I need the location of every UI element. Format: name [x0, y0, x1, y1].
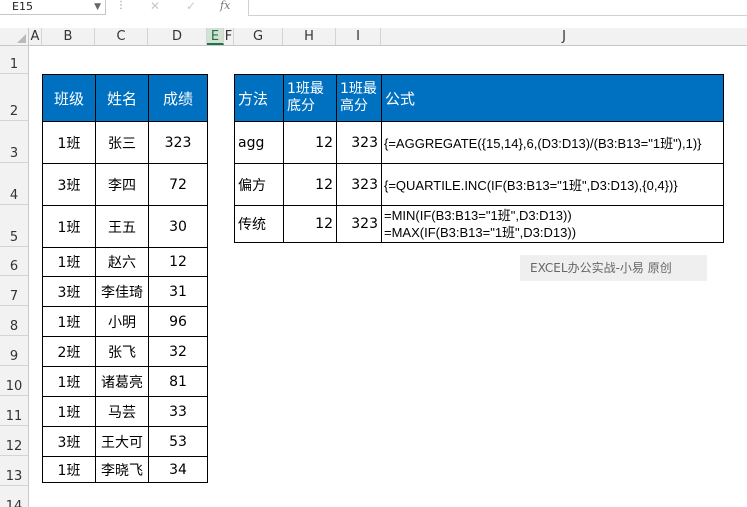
method-header-method[interactable]: 方法 — [234, 74, 284, 122]
column-header-b[interactable]: B — [42, 28, 95, 45]
method-formula-cell[interactable]: {=AGGREGATE({15,14},6,(D3:D13)/(B3:B13="… — [381, 121, 724, 164]
column-header-i[interactable]: I — [336, 28, 381, 45]
score-header-score[interactable]: 成绩 — [148, 74, 208, 122]
score-cell[interactable]: 30 — [148, 205, 208, 248]
column-header-j[interactable]: J — [381, 28, 747, 45]
score-cell[interactable]: 王大可 — [95, 426, 149, 457]
method-name-cell[interactable]: agg — [234, 121, 284, 164]
score-cell[interactable]: 李佳琦 — [95, 276, 149, 307]
method-name-cell[interactable]: 偏方 — [234, 163, 284, 206]
score-cell[interactable]: 96 — [148, 306, 208, 337]
row-header-3[interactable]: 3 — [0, 121, 28, 163]
column-header-e[interactable]: E — [207, 28, 224, 45]
name-box[interactable]: E15 ▼ — [0, 0, 106, 15]
chevron-down-icon[interactable]: ▼ — [94, 0, 101, 14]
watermark-label: EXCEL办公实战-小易 原创 — [520, 255, 707, 281]
row-header-5[interactable]: 5 — [0, 205, 28, 247]
method-header-max-line1: 1班最 — [340, 81, 377, 97]
score-cell[interactable]: 1班 — [42, 247, 96, 277]
score-header-name[interactable]: 姓名 — [95, 74, 149, 122]
row-header-10[interactable]: 10 — [0, 366, 28, 396]
score-cell[interactable]: 72 — [148, 163, 208, 206]
score-cell[interactable]: 1班 — [42, 121, 96, 164]
score-cell[interactable]: 赵六 — [95, 247, 149, 277]
score-cell[interactable]: 1班 — [42, 366, 96, 397]
score-cell[interactable]: 32 — [148, 336, 208, 367]
score-cell[interactable]: 31 — [148, 276, 208, 307]
score-cell[interactable]: 王五 — [95, 205, 149, 248]
column-header-a[interactable]: A — [29, 28, 42, 45]
row-header-1[interactable]: 1 — [0, 46, 28, 74]
row-header-9[interactable]: 9 — [0, 336, 28, 366]
score-cell[interactable]: 1班 — [42, 396, 96, 427]
score-cell[interactable]: 3班 — [42, 276, 96, 307]
method-header-max[interactable]: 1班最 高分 — [336, 74, 382, 122]
select-all-button[interactable] — [0, 28, 29, 45]
row-header-6[interactable]: 6 — [0, 247, 28, 276]
score-cell[interactable]: 3班 — [42, 163, 96, 206]
column-header-h[interactable]: H — [283, 28, 336, 45]
more-icon: ⋮ — [116, 0, 126, 11]
column-header-f[interactable]: F — [224, 28, 234, 45]
method-header-formula[interactable]: 公式 — [381, 74, 724, 122]
formula-input[interactable] — [248, 0, 747, 16]
formula-bar: E15 ▼ ⋮ ✕ ✓ fx — [0, 0, 747, 18]
score-cell[interactable]: 34 — [148, 456, 208, 483]
score-cell[interactable]: 3班 — [42, 426, 96, 457]
score-cell[interactable]: 马芸 — [95, 396, 149, 427]
row-header-bar: 1 2 3 4 5 6 7 8 9 10 11 12 13 14 — [0, 46, 29, 507]
row-header-11[interactable]: 11 — [0, 396, 28, 426]
column-header-g[interactable]: G — [234, 28, 283, 45]
score-cell[interactable]: 1班 — [42, 456, 96, 483]
column-header-bar: A B C D E F G H I J — [0, 28, 747, 46]
method-min-cell[interactable]: 12 — [283, 163, 337, 206]
method-max-cell[interactable]: 323 — [336, 205, 382, 243]
score-cell[interactable]: 33 — [148, 396, 208, 427]
method-min-cell[interactable]: 12 — [283, 121, 337, 164]
row-header-12[interactable]: 12 — [0, 426, 28, 456]
method-header-max-line2: 高分 — [340, 98, 368, 114]
method-formula-cell[interactable]: =MIN(IF(B3:B13="1班",D3:D13)) =MAX(IF(B3:… — [381, 205, 724, 243]
score-cell[interactable]: 323 — [148, 121, 208, 164]
method-max-cell[interactable]: 323 — [336, 163, 382, 206]
insert-function-icon[interactable]: fx — [220, 0, 230, 12]
column-header-c[interactable]: C — [95, 28, 148, 45]
row-header-7[interactable]: 7 — [0, 276, 28, 306]
score-cell[interactable]: 小明 — [95, 306, 149, 337]
score-cell[interactable]: 李四 — [95, 163, 149, 206]
row-header-14[interactable]: 14 — [0, 486, 28, 507]
method-name-cell[interactable]: 传统 — [234, 205, 284, 243]
formula-line-min: =MIN(IF(B3:B13="1班",D3:D13)) — [384, 208, 572, 223]
score-header-class[interactable]: 班级 — [42, 74, 96, 122]
method-formula-cell[interactable]: {=QUARTILE.INC(IF(B3:B13="1班",D3:D13),{0… — [381, 163, 724, 206]
row-header-8[interactable]: 8 — [0, 306, 28, 336]
score-cell[interactable]: 2班 — [42, 336, 96, 367]
score-cell[interactable]: 李晓飞 — [95, 456, 149, 483]
method-max-cell[interactable]: 323 — [336, 121, 382, 164]
row-header-4[interactable]: 4 — [0, 163, 28, 205]
row-header-13[interactable]: 13 — [0, 456, 28, 486]
score-cell[interactable]: 53 — [148, 426, 208, 457]
enter-icon[interactable]: ✓ — [186, 0, 196, 13]
score-cell[interactable]: 1班 — [42, 306, 96, 337]
score-cell[interactable]: 张三 — [95, 121, 149, 164]
column-header-d[interactable]: D — [148, 28, 207, 45]
method-header-min[interactable]: 1班最 底分 — [283, 74, 337, 122]
score-cell[interactable]: 张飞 — [95, 336, 149, 367]
score-cell[interactable]: 诸葛亮 — [95, 366, 149, 397]
method-header-min-line1: 1班最 — [287, 81, 324, 97]
method-header-min-line2: 底分 — [287, 98, 315, 114]
name-box-value: E15 — [12, 0, 33, 13]
formula-line-max: =MAX(IF(B3:B13="1班",D3:D13)) — [384, 225, 577, 240]
score-cell[interactable]: 12 — [148, 247, 208, 277]
cancel-icon[interactable]: ✕ — [150, 0, 160, 13]
score-cell[interactable]: 81 — [148, 366, 208, 397]
score-cell[interactable]: 1班 — [42, 205, 96, 248]
method-min-cell[interactable]: 12 — [283, 205, 337, 243]
row-header-2[interactable]: 2 — [0, 74, 28, 121]
